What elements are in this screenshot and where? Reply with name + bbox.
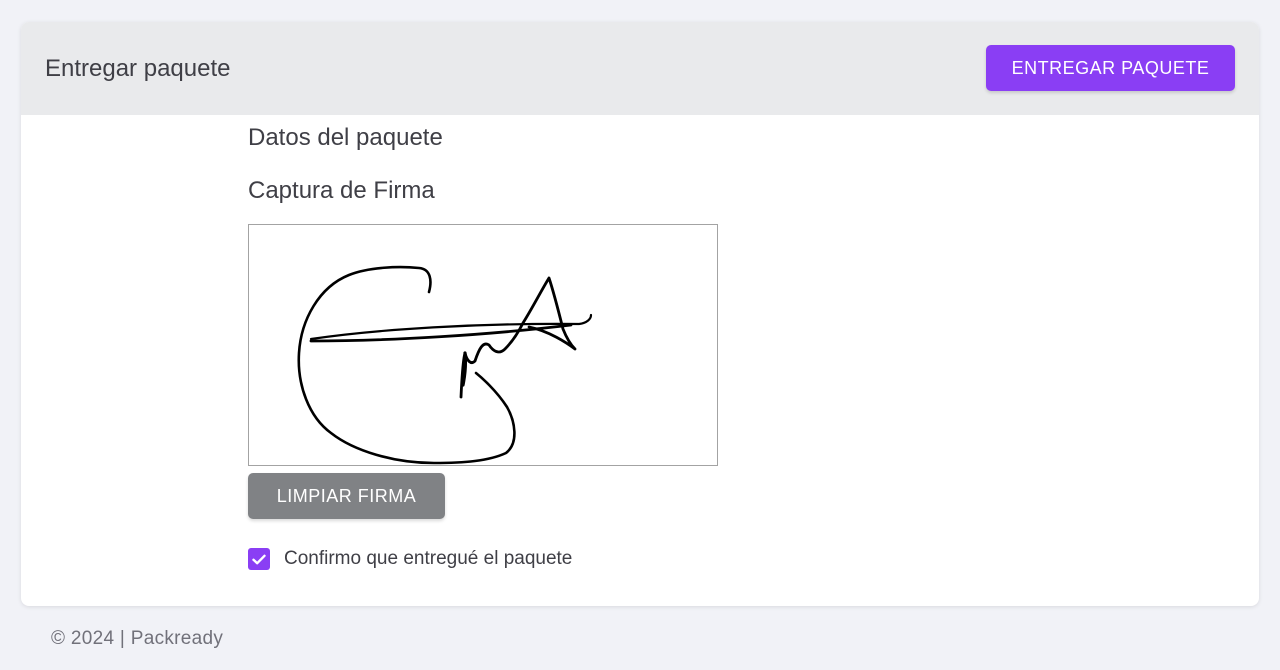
confirm-delivery-row[interactable]: Confirmo que entregué el paquete (248, 548, 572, 570)
confirm-delivery-checkbox[interactable] (248, 548, 270, 570)
clear-signature-button[interactable]: LIMPIAR FIRMA (248, 473, 445, 519)
signature-pad[interactable] (248, 224, 718, 466)
deliver-package-button[interactable]: ENTREGAR PAQUETE (986, 45, 1235, 91)
footer-copyright: © 2024 | Packready (51, 628, 224, 649)
signature-drawing (297, 265, 593, 465)
confirm-delivery-label: Confirmo que entregué el paquete (284, 548, 573, 569)
check-icon (252, 554, 266, 564)
deliver-package-card: Entregar paquete ENTREGAR PAQUETE Datos … (21, 22, 1259, 606)
card-header: Entregar paquete ENTREGAR PAQUETE (21, 22, 1259, 115)
package-data-heading: Datos del paquete (248, 124, 443, 151)
card-title: Entregar paquete (45, 55, 231, 82)
signature-capture-heading: Captura de Firma (248, 177, 435, 204)
